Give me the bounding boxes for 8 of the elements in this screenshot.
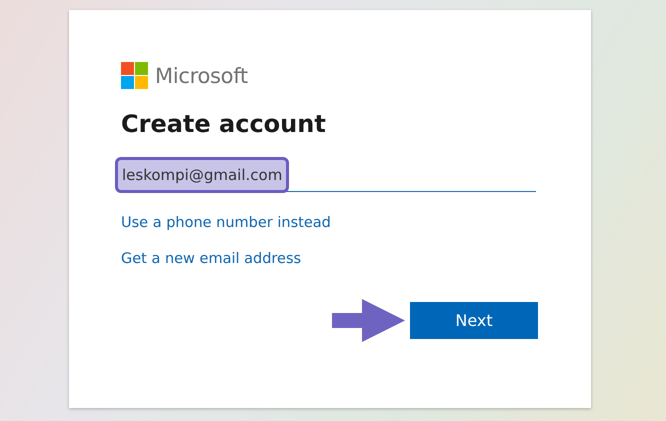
windows-logo-icon [121,62,148,89]
link[interactable]: Use a phone number instead [121,215,331,231]
email-field[interactable]: leskompi@gmail.com [121,158,536,192]
link[interactable]: Get a new email address [121,251,302,267]
logo-text: Microsoft [155,64,248,88]
email-value: leskompi@gmail.com [115,156,290,192]
page-title: Create account [121,110,327,138]
next-button[interactable]: Next [410,302,538,339]
